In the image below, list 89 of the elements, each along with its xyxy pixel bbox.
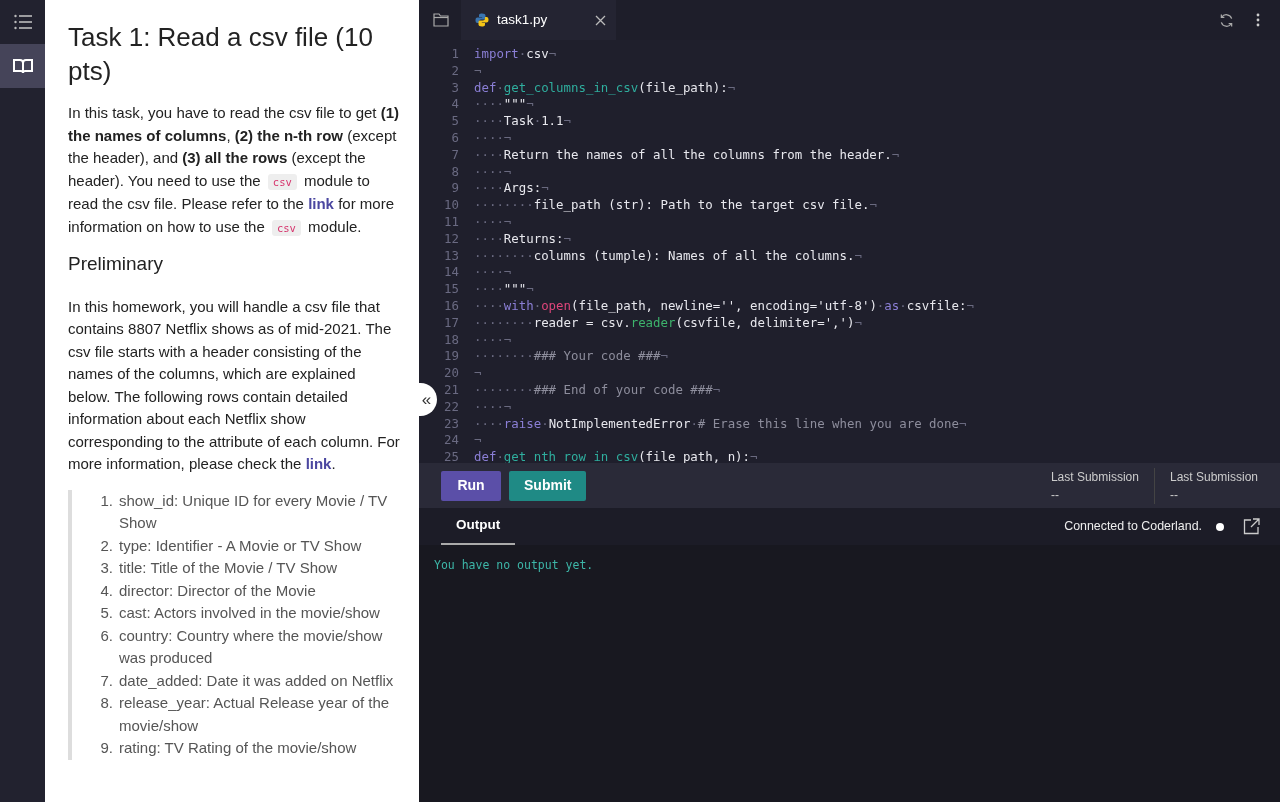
code-line: ····¬ bbox=[474, 213, 512, 231]
refresh-icon[interactable] bbox=[1219, 12, 1234, 28]
paragraph: In this task, you have to read the csv file to get (1) the names of columns, (2) the n-th row (except the header), and (3) all the rows (except the header). You need to use the csv module to read the csv file. Please refer to the link for more information on how to use the csv module. bbox=[68, 103, 400, 238]
line-number: 19 bbox=[443, 348, 459, 366]
notes-button[interactable] bbox=[0, 44, 45, 88]
list-number: 1. bbox=[99, 490, 113, 511]
list-number: 8. bbox=[99, 693, 113, 714]
list-number: 3. bbox=[99, 558, 113, 579]
code-line: ····¬ bbox=[474, 331, 512, 349]
submission-label: Last Submission bbox=[1050, 468, 1139, 486]
file-tab[interactable]: task1.py bbox=[461, 0, 617, 40]
code-line: ····Returns:¬ bbox=[474, 230, 571, 248]
line-number: 23 bbox=[443, 415, 459, 433]
line-number: 15 bbox=[443, 281, 459, 298]
list-item: title: Title of the Movie / TV Show bbox=[119, 558, 338, 579]
code-line: ····¬ bbox=[474, 398, 512, 416]
list-item: rating: TV Rating of the movie/show bbox=[119, 738, 357, 759]
line-number: 20 bbox=[443, 365, 459, 382]
submission-value: -- bbox=[1050, 486, 1060, 504]
code-line: ········### End of your code ###¬ bbox=[474, 381, 721, 399]
folder-icon[interactable] bbox=[433, 13, 449, 27]
line-number: 16 bbox=[443, 297, 459, 315]
more-icon[interactable] bbox=[1256, 13, 1260, 27]
line-number: 1 bbox=[450, 46, 459, 63]
list-item: director: Director of the Movie bbox=[119, 580, 316, 601]
line-number: 12 bbox=[443, 230, 459, 248]
line-number: 4 bbox=[450, 96, 459, 114]
section-heading: Preliminary bbox=[68, 253, 165, 276]
list-number: 9. bbox=[99, 738, 113, 759]
line-number: 6 bbox=[450, 130, 459, 147]
line-number: 18 bbox=[443, 331, 459, 349]
code-line: ····¬ bbox=[474, 163, 512, 181]
code-line: ····"""¬ bbox=[474, 281, 534, 298]
code-line: ¬ bbox=[474, 365, 482, 382]
list-number: 5. bbox=[99, 603, 113, 624]
list-icon bbox=[13, 14, 32, 30]
submit-button[interactable]: Submit bbox=[509, 470, 587, 501]
line-number: 14 bbox=[443, 264, 459, 282]
connection-status: Connected to Coderland. bbox=[1064, 518, 1202, 536]
code-line: ····¬ bbox=[474, 264, 512, 282]
status-dot-icon bbox=[1216, 522, 1224, 531]
line-number: 8 bbox=[450, 163, 459, 181]
close-icon[interactable] bbox=[595, 14, 607, 26]
code-line: ····raise·NotImplementedError·# Erase this line when you are done¬ bbox=[474, 415, 967, 433]
code-line: ········file_path (str): Path to the target csv file.¬ bbox=[474, 197, 877, 214]
list-item: type: Identifier - A Movie or TV Show bbox=[119, 535, 362, 556]
list-number: 4. bbox=[99, 580, 113, 601]
line-number: 10 bbox=[443, 197, 459, 214]
code-line: ¬ bbox=[474, 432, 482, 450]
line-number: 3 bbox=[450, 79, 459, 97]
code-line: ····Return the names of all the columns from the header.¬ bbox=[474, 146, 900, 164]
run-button[interactable]: Run bbox=[441, 470, 501, 501]
line-number: 9 bbox=[450, 180, 459, 198]
submission-value: -- bbox=[1169, 486, 1179, 504]
code-line: ········reader = csv.reader(csvfile, delimiter=',')¬ bbox=[474, 314, 862, 332]
code-line: ····Task·1.1¬ bbox=[474, 113, 571, 130]
link[interactable]: link bbox=[308, 195, 334, 212]
code-line: def·get_columns_in_csv(file_path):¬ bbox=[474, 79, 736, 97]
list-item: date_added: Date it was added on Netflix bbox=[119, 670, 394, 691]
external-link-icon[interactable] bbox=[1243, 518, 1260, 535]
code-line: ········columns (tumple): Names of all the columns.¬ bbox=[474, 247, 862, 265]
python-icon bbox=[475, 13, 489, 27]
list-number: 6. bbox=[99, 625, 113, 646]
line-number: 24 bbox=[443, 432, 459, 450]
list-item: cast: Actors involved in the movie/show bbox=[119, 603, 380, 624]
line-number: 11 bbox=[443, 213, 459, 231]
code-line: ····with·open(file_path, newline='', encoding='utf-8')·as·csvfile:¬ bbox=[474, 297, 974, 315]
submission-label: Last Submission bbox=[1169, 468, 1258, 486]
line-number: 2 bbox=[450, 62, 459, 80]
line-number: 5 bbox=[450, 113, 459, 130]
code-line: ····Args:¬ bbox=[474, 180, 549, 198]
link[interactable]: link bbox=[305, 455, 332, 473]
line-number: 21 bbox=[443, 381, 459, 399]
list-number: 7. bbox=[99, 670, 113, 691]
code-line: ¬ bbox=[474, 62, 482, 80]
line-number: 17 bbox=[443, 314, 459, 332]
code-line: import·csv¬ bbox=[474, 46, 557, 63]
book-icon bbox=[12, 58, 33, 74]
list-number: 2. bbox=[99, 535, 113, 556]
output-message: You have no output yet. bbox=[434, 557, 595, 574]
code-line: ····"""¬ bbox=[474, 96, 534, 114]
line-number: 25 bbox=[443, 449, 459, 463]
line-number: 13 bbox=[443, 247, 459, 265]
line-number: 7 bbox=[450, 146, 459, 164]
code-line: ········### Your code ###¬ bbox=[474, 348, 668, 366]
line-number: 22 bbox=[443, 398, 459, 416]
task-title: Task 1: Read a csv file (10 pts) bbox=[68, 21, 374, 88]
code-line: ····¬ bbox=[474, 130, 512, 147]
paragraph: In this homework, you will handle a csv file that contains 8807 Netflix shows as of mid-2021. The csv file starts with a header consisting of the names of the columns, which are explained below. The following rows contain detailed information about each Netflix show corresponding to the attribute of each column. For more information, please check the link. bbox=[68, 296, 401, 475]
